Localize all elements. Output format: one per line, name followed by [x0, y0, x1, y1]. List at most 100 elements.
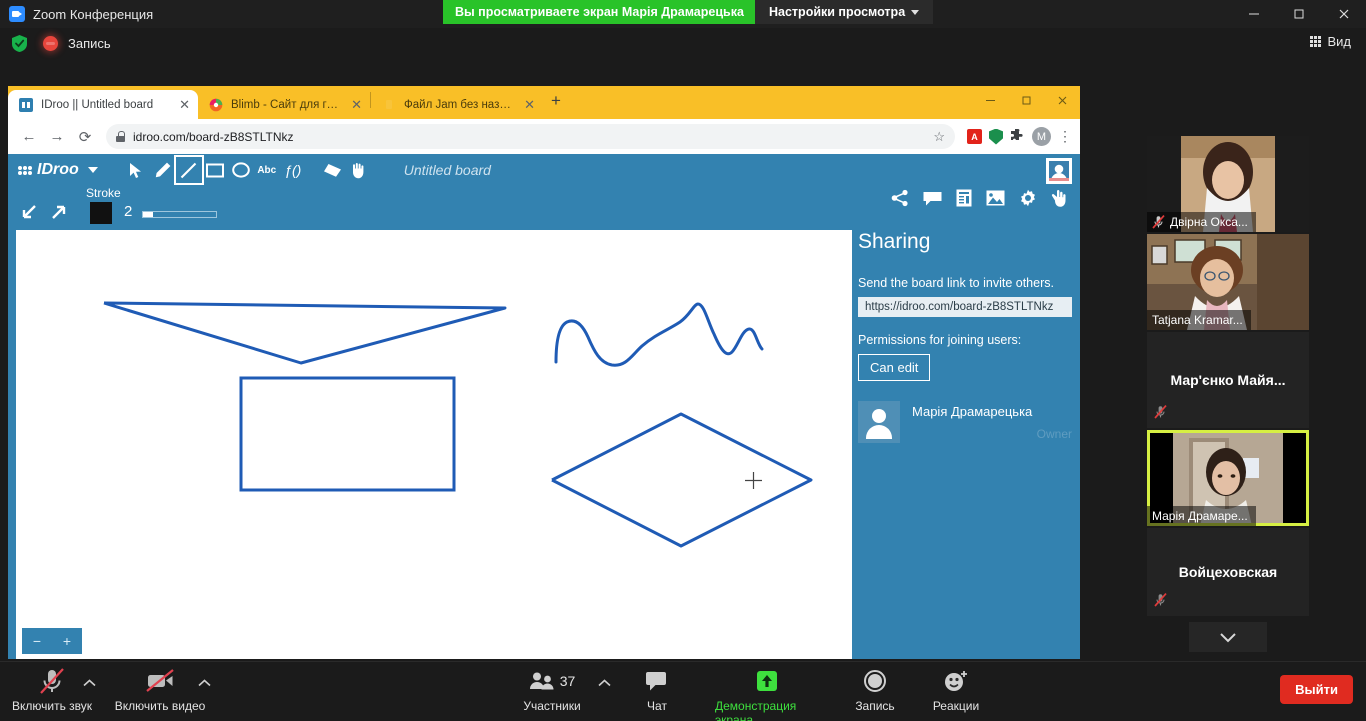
share-screen-button[interactable]: Демонстрация экрана — [715, 667, 819, 721]
share-screen-icon — [753, 667, 781, 695]
participant-name: Войцеховская — [1179, 564, 1277, 580]
tab-title: IDroo || Untitled board — [41, 99, 171, 111]
video-options-chevron[interactable] — [198, 679, 211, 690]
browser-tab-idroo[interactable]: IDroo || Untitled board ✕ — [8, 90, 198, 119]
document-icon[interactable] — [956, 189, 972, 211]
participant-tile[interactable]: Tatjana Kramar... — [1147, 234, 1309, 330]
participants-button[interactable]: 37 Участники — [500, 667, 604, 713]
text-tool[interactable]: Abc — [254, 157, 280, 183]
browser-tab-blimb[interactable]: Blimb - Сайт для глаз ✕ — [198, 90, 370, 119]
record-label: Запись — [855, 699, 894, 713]
star-icon[interactable]: ☆ — [933, 129, 945, 145]
profile-avatar[interactable]: M — [1032, 127, 1051, 146]
minimize-button[interactable] — [1231, 0, 1276, 28]
browser-maximize-button[interactable] — [1008, 86, 1044, 114]
view-settings-button[interactable]: Настройки просмотра — [755, 0, 933, 24]
blimb-favicon — [209, 98, 223, 112]
settings-gear-icon[interactable] — [1019, 189, 1037, 211]
mic-off-icon — [1154, 593, 1167, 607]
record-circle-icon — [862, 667, 888, 695]
rectangle-tool[interactable] — [202, 157, 228, 183]
camera-off-icon — [144, 667, 176, 695]
owner-avatar — [858, 401, 900, 443]
leave-meeting-button[interactable]: Выйти — [1280, 675, 1353, 704]
reload-button[interactable]: ⟳ — [72, 124, 98, 150]
pencil-tool[interactable] — [150, 157, 176, 183]
select-tool[interactable] — [124, 157, 150, 183]
share-screen-label: Демонстрация экрана — [715, 699, 819, 721]
stroke-label: Stroke — [86, 186, 121, 200]
pointer-hand-icon[interactable] — [1051, 189, 1068, 211]
start-video-button[interactable]: Включить видео — [108, 667, 212, 713]
browser-window-controls — [972, 86, 1080, 114]
tab-close-icon[interactable]: ✕ — [351, 97, 362, 113]
participant-nameplate: Tatjana Kramar... — [1147, 310, 1251, 330]
permissions-select[interactable]: Can edit — [858, 354, 930, 381]
browser-toolbar: ← → ⟳ idroo.com/board-zB8STLTNkz ☆ A M ⋮ — [8, 119, 1080, 154]
owner-role-badge: Owner — [912, 427, 1072, 441]
participant-tile[interactable]: Мар'єнко Майя... — [1147, 332, 1309, 428]
adguard-shield-icon[interactable] — [989, 129, 1003, 145]
maximize-button[interactable] — [1276, 0, 1321, 28]
participant-name: Мар'єнко Майя... — [1170, 372, 1285, 388]
idroo-logo-icon — [18, 166, 32, 175]
idroo-right-toolbar — [891, 186, 1068, 214]
browser-tab-jamboard[interactable]: Файл Jam без названия - Goog ✕ — [371, 90, 543, 119]
unmute-button[interactable]: Включить звук — [0, 667, 104, 713]
stroke-width-slider[interactable] — [142, 211, 217, 218]
close-button[interactable] — [1321, 0, 1366, 28]
browser-minimize-button[interactable] — [972, 86, 1008, 114]
share-banner-text: Вы просматриваете экран Марія Драмарецьк… — [455, 5, 744, 19]
browser-close-button[interactable] — [1044, 86, 1080, 114]
start-video-label: Включить видео — [115, 699, 206, 713]
forward-button[interactable]: → — [44, 124, 70, 150]
idroo-user-avatar[interactable] — [1046, 158, 1072, 184]
line-tool[interactable] — [176, 157, 202, 183]
image-icon[interactable] — [986, 190, 1005, 210]
new-tab-button[interactable]: + — [543, 91, 569, 115]
share-banner: Вы просматриваете экран Марія Драмарецьк… — [443, 0, 756, 24]
board-link-field[interactable]: https://idroo.com/board-zB8STLTNkz — [858, 297, 1072, 317]
redo-icon[interactable] — [50, 203, 68, 226]
eraser-tool[interactable] — [320, 157, 346, 183]
participant-tile[interactable]: Двірна Окса... — [1147, 136, 1309, 232]
address-bar-url: idroo.com/board-zB8STLTNkz — [133, 130, 294, 144]
whiteboard-canvas[interactable]: − + — [16, 230, 852, 659]
idroo-toolbar: IDroo Abc — [8, 154, 1080, 186]
tab-close-icon[interactable]: ✕ — [524, 97, 535, 113]
recording-indicator-icon — [43, 36, 58, 51]
undo-icon[interactable] — [20, 203, 38, 226]
share-icon[interactable] — [891, 189, 909, 211]
pan-hand-tool[interactable] — [346, 157, 372, 183]
meeting-control-bar: Включить звук Включить видео — [0, 661, 1366, 721]
permissions-label: Permissions for joining users: — [858, 333, 1072, 347]
view-label: Вид — [1327, 34, 1351, 49]
stroke-color-swatch[interactable] — [90, 202, 112, 224]
chat-button[interactable]: Чат — [605, 667, 709, 713]
back-button[interactable]: ← — [16, 124, 42, 150]
participants-icon — [529, 671, 555, 691]
extensions-tray: A M ⋮ — [963, 127, 1072, 146]
address-bar[interactable]: idroo.com/board-zB8STLTNkz ☆ — [106, 124, 955, 149]
zoom-out-button[interactable]: − — [33, 633, 41, 649]
reactions-button[interactable]: Реакции — [904, 667, 1008, 713]
puzzle-extensions-icon[interactable] — [1010, 128, 1025, 146]
audio-options-chevron[interactable] — [83, 679, 96, 690]
strip-scroll-down-button[interactable] — [1189, 622, 1267, 652]
participant-tile[interactable]: Войцеховская — [1147, 528, 1309, 616]
formula-tool[interactable]: ƒ() — [280, 157, 306, 183]
zoom-in-button[interactable]: + — [63, 633, 71, 649]
browser-menu-icon[interactable]: ⋮ — [1058, 128, 1072, 145]
tab-close-icon[interactable]: ✕ — [179, 97, 190, 113]
view-layout-button[interactable]: Вид — [1304, 31, 1357, 52]
browser-tab-strip: IDroo || Untitled board ✕ Blimb - Сайт д… — [8, 86, 1080, 119]
idroo-favicon — [19, 98, 33, 112]
jamboard-favicon — [382, 98, 396, 112]
reactions-smiley-icon — [942, 667, 970, 695]
chevron-down-icon — [911, 10, 919, 15]
participant-tile-active-speaker[interactable]: Марія Драмаре... — [1147, 430, 1309, 526]
ellipse-tool[interactable] — [228, 157, 254, 183]
pdf-extension-icon[interactable]: A — [967, 129, 982, 144]
idroo-brand[interactable]: IDroo — [18, 161, 98, 179]
chat-icon[interactable] — [923, 190, 942, 210]
